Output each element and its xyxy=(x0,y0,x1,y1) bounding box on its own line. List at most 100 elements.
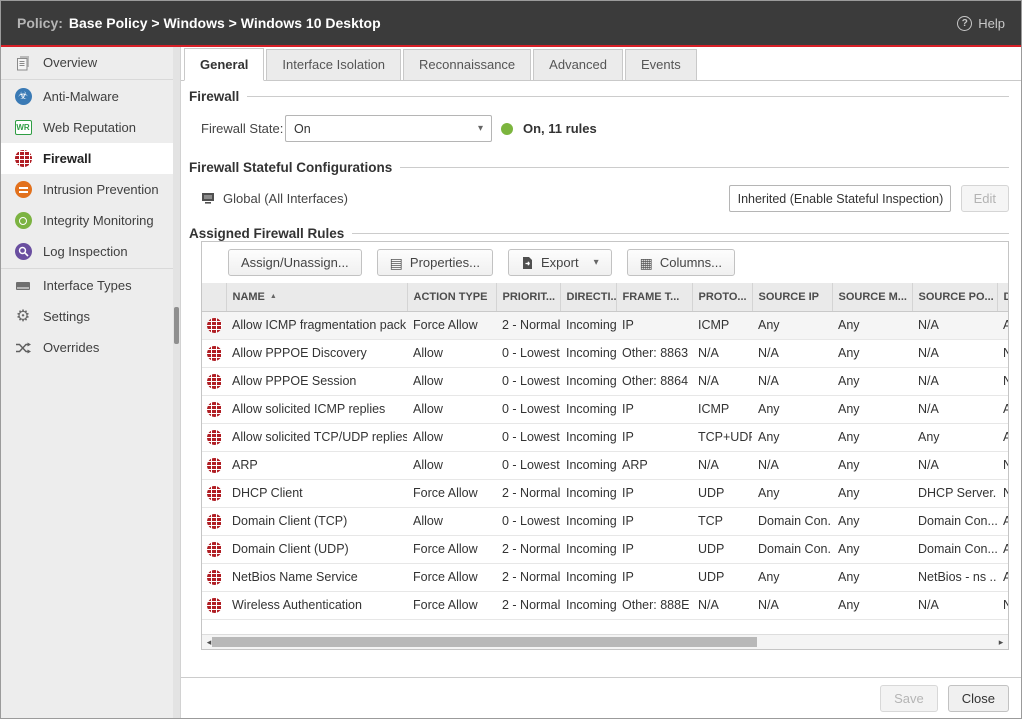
sidebar-item-overview[interactable]: Overview xyxy=(1,47,180,78)
rule-row[interactable]: ARPAllow0 - LowestIncomingARPN/AN/AAnyN/… xyxy=(202,451,1008,479)
tab-general[interactable]: General xyxy=(184,48,264,81)
title-bar: Policy: Base Policy > Windows > Windows … xyxy=(1,1,1021,47)
columns-button[interactable]: ▦ Columns... xyxy=(627,249,735,276)
rule-row[interactable]: Wireless AuthenticationForce Allow2 - No… xyxy=(202,591,1008,619)
cell-priority: 2 - Normal xyxy=(496,479,560,507)
cell-icon xyxy=(202,395,226,423)
column-header-destination[interactable]: DE xyxy=(997,283,1008,311)
sidebar-item-intrusion-prevention[interactable]: Intrusion Prevention xyxy=(1,174,180,205)
cell-priority: 2 - Normal xyxy=(496,535,560,563)
cell-action-type: Force Allow xyxy=(407,535,496,563)
cell-name: ARP xyxy=(226,451,407,479)
rule-row[interactable]: Allow PPPOE SessionAllow0 - LowestIncomi… xyxy=(202,367,1008,395)
cell-icon xyxy=(202,423,226,451)
rule-row[interactable]: NetBios Name ServiceForce Allow2 - Norma… xyxy=(202,563,1008,591)
cell-source-mac: Any xyxy=(832,395,912,423)
section-rule-line xyxy=(352,233,1009,234)
cell-frame-type: Other: 888E xyxy=(616,591,692,619)
cell-priority: 0 - Lowest xyxy=(496,423,560,451)
column-header-direction[interactable]: DIRECTI... xyxy=(560,283,616,311)
sidebar-item-integrity-monitoring[interactable]: Integrity Monitoring xyxy=(1,205,180,236)
edit-button[interactable]: Edit xyxy=(961,185,1009,212)
sidebar-item-overrides[interactable]: Overrides xyxy=(1,332,180,363)
sidebar-item-log-inspection[interactable]: Log Inspection xyxy=(1,236,180,267)
close-button[interactable]: Close xyxy=(948,685,1009,712)
cell-icon xyxy=(202,339,226,367)
save-button[interactable]: Save xyxy=(880,685,938,712)
rule-row[interactable]: Allow solicited ICMP repliesAllow0 - Low… xyxy=(202,395,1008,423)
tab-advanced[interactable]: Advanced xyxy=(533,49,623,80)
assign-unassign-button[interactable]: Assign/Unassign... xyxy=(228,249,362,276)
status-green-dot xyxy=(501,123,513,135)
column-label: DE xyxy=(1004,291,1009,303)
cell-name: Allow solicited TCP/UDP replies xyxy=(226,423,407,451)
cell-frame-type: IP xyxy=(616,535,692,563)
rule-row[interactable]: Domain Client (UDP)Force Allow2 - Normal… xyxy=(202,535,1008,563)
firewall-state-row: Firewall State: On ▾ On, 11 rules xyxy=(201,115,1009,142)
sidebar-scrollbar[interactable] xyxy=(173,47,180,718)
cell-protocol: N/A xyxy=(692,451,752,479)
column-header-frame-type[interactable]: FRAME T... xyxy=(616,283,692,311)
column-header-icon xyxy=(202,283,226,311)
cell-icon xyxy=(202,367,226,395)
tab-interface-isolation[interactable]: Interface Isolation xyxy=(266,49,401,80)
cell-destination: N/A xyxy=(997,451,1008,479)
column-header-action-type[interactable]: ACTION TYPE xyxy=(407,283,496,311)
sidebar: Overview ☣ Anti-Malware WR Web Reputatio… xyxy=(1,47,181,718)
sidebar-item-web-reputation[interactable]: WR Web Reputation xyxy=(1,112,180,143)
help-label: Help xyxy=(978,16,1005,31)
export-button[interactable]: Export ▾ xyxy=(508,249,612,276)
tab-events[interactable]: Events xyxy=(625,49,697,80)
sidebar-item-label: Integrity Monitoring xyxy=(43,213,154,228)
column-label: FRAME T... xyxy=(623,291,680,303)
sidebar-list: Overview ☣ Anti-Malware WR Web Reputatio… xyxy=(1,47,180,363)
rules-table-scroll-area: NAME▲ACTION TYPEPRIORIT...DIRECTI... FRAM… xyxy=(202,283,1008,634)
rule-row[interactable]: DHCP ClientForce Allow2 - NormalIncoming… xyxy=(202,479,1008,507)
cell-protocol: N/A xyxy=(692,339,752,367)
settings-icon: ⚙ xyxy=(14,308,32,326)
sidebar-item-settings[interactable]: ⚙ Settings xyxy=(1,301,180,332)
sidebar-item-firewall[interactable]: Firewall xyxy=(1,143,180,174)
rule-row[interactable]: Domain Client (TCP)Allow0 - LowestIncomi… xyxy=(202,507,1008,535)
sidebar-scrollbar-thumb[interactable] xyxy=(174,307,179,344)
cell-name: Allow ICMP fragmentation pack... xyxy=(226,311,407,339)
sidebar-item-anti-malware[interactable]: ☣ Anti-Malware xyxy=(1,81,180,112)
cell-action-type: Allow xyxy=(407,395,496,423)
column-header-source-port[interactable]: SOURCE PO... xyxy=(912,283,997,311)
cell-source-ip: N/A xyxy=(752,339,832,367)
help-button[interactable]: ? Help xyxy=(957,16,1005,31)
cell-action-type: Force Allow xyxy=(407,591,496,619)
column-header-name[interactable]: NAME▲ xyxy=(226,283,407,311)
column-header-source-ip[interactable]: SOURCE IP xyxy=(752,283,832,311)
tab-reconnaissance[interactable]: Reconnaissance xyxy=(403,49,531,80)
column-header-source-mac[interactable]: SOURCE M... xyxy=(832,283,912,311)
cell-protocol: UDP xyxy=(692,479,752,507)
cell-icon xyxy=(202,479,226,507)
cell-destination: Any xyxy=(997,535,1008,563)
cell-direction: Incoming xyxy=(560,535,616,563)
cell-source-port: N/A xyxy=(912,339,997,367)
cell-source-ip: N/A xyxy=(752,367,832,395)
firewall-rule-icon xyxy=(207,402,222,417)
cell-frame-type: IP xyxy=(616,423,692,451)
rule-row[interactable]: Allow ICMP fragmentation pack...Force Al… xyxy=(202,311,1008,339)
properties-button[interactable]: ▤ Properties... xyxy=(377,249,493,276)
horizontal-scrollbar-thumb[interactable] xyxy=(212,637,757,647)
column-header-protocol[interactable]: PROTO... xyxy=(692,283,752,311)
rule-row[interactable]: Allow PPPOE DiscoveryAllow0 - LowestInco… xyxy=(202,339,1008,367)
column-label: SOURCE PO... xyxy=(919,291,994,303)
column-header-priority[interactable]: PRIORIT... xyxy=(496,283,560,311)
stateful-config-select[interactable]: Inherited (Enable Stateful Inspection) ▾ xyxy=(729,185,951,212)
cell-direction: Incoming xyxy=(560,339,616,367)
section-title: Firewall Stateful Configurations xyxy=(189,160,392,175)
cell-name: Allow PPPOE Discovery xyxy=(226,339,407,367)
rule-row[interactable]: Allow solicited TCP/UDP repliesAllow0 - … xyxy=(202,423,1008,451)
scroll-right-arrow[interactable]: ▸ xyxy=(994,637,1008,648)
sidebar-item-interface-types[interactable]: Interface Types xyxy=(1,270,180,301)
cell-protocol: UDP xyxy=(692,535,752,563)
table-horizontal-scrollbar[interactable]: ◂ ▸ xyxy=(202,634,1008,649)
cell-protocol: N/A xyxy=(692,367,752,395)
firewall-state-select[interactable]: On ▾ xyxy=(285,115,492,142)
tab-bar: General Interface Isolation Reconnaissan… xyxy=(181,47,1021,81)
cell-icon xyxy=(202,535,226,563)
